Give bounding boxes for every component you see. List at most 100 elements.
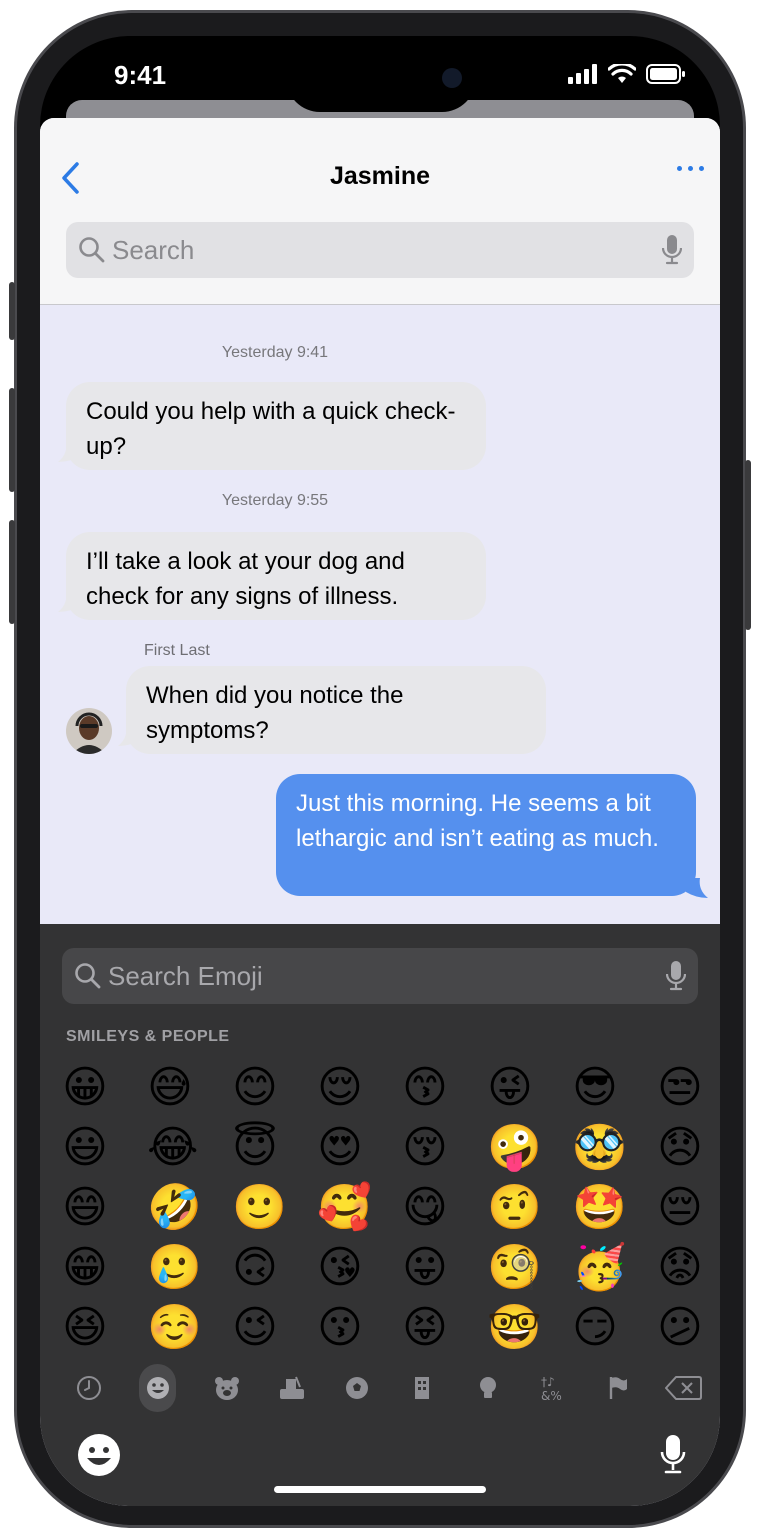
objects-category-tab[interactable]: [455, 1364, 520, 1412]
volume-down-button: [9, 520, 15, 624]
search-input[interactable]: Search: [112, 222, 194, 278]
emoji-key[interactable]: 😉: [228, 1298, 313, 1358]
emoji-key[interactable]: 🧐: [483, 1238, 568, 1298]
message-timestamp: Yesterday 9:55: [221, 492, 329, 509]
emoji-key[interactable]: 😛: [398, 1238, 483, 1298]
emoji-key[interactable]: 😘: [313, 1238, 398, 1298]
volume-up-button: [9, 388, 15, 492]
emoji-key[interactable]: 😙: [398, 1058, 483, 1118]
outgoing-message-bubble[interactable]: Just this morning. He seems a bit lethar…: [276, 774, 696, 896]
emoji-key[interactable]: 😏: [568, 1298, 653, 1358]
animals-category-tab[interactable]: [194, 1364, 259, 1412]
emoji-key[interactable]: 😂: [143, 1118, 228, 1178]
emoji-key[interactable]: ☺️: [143, 1298, 228, 1358]
more-button[interactable]: [677, 166, 704, 171]
emoji-search-input[interactable]: Search Emoji: [108, 948, 263, 1004]
incoming-message-bubble[interactable]: When did you notice the symptoms?: [126, 666, 546, 754]
svg-text:&%: &%: [541, 1389, 562, 1402]
travel-category-tab[interactable]: [390, 1364, 455, 1412]
emoji-key[interactable]: 🥳: [568, 1238, 653, 1298]
emoji-keyboard-button[interactable]: [76, 1432, 122, 1488]
emoji-key[interactable]: 😔: [653, 1178, 720, 1238]
food-icon: [279, 1376, 304, 1399]
emoji-key[interactable]: 😞: [653, 1118, 720, 1178]
emoji-key[interactable]: 😃: [58, 1118, 143, 1178]
wifi-icon: [608, 64, 636, 83]
emoji-key[interactable]: 😄: [58, 1178, 143, 1238]
emoji-key[interactable]: 😗: [313, 1298, 398, 1358]
emoji-key[interactable]: 😆: [58, 1298, 143, 1358]
emoji-key[interactable]: 🤣: [143, 1178, 228, 1238]
emoji-key[interactable]: 😎: [568, 1058, 653, 1118]
avatar[interactable]: [66, 708, 112, 754]
emoji-key[interactable]: 😋: [398, 1178, 483, 1238]
status-icons: [568, 64, 686, 84]
emoji-key[interactable]: 🙃: [228, 1238, 313, 1298]
clock-icon: [76, 1376, 101, 1400]
building-icon: [415, 1377, 430, 1399]
home-indicator[interactable]: [274, 1486, 486, 1493]
screen: 9:41 Jasmine Search Yesterday 9:41 Could…: [40, 36, 720, 1506]
incoming-message-bubble[interactable]: Could you help with a quick check-up?: [66, 382, 486, 470]
emoji-key[interactable]: 😜: [483, 1058, 568, 1118]
flags-category-tab[interactable]: [585, 1364, 650, 1412]
emoji-key[interactable]: 🤩: [568, 1178, 653, 1238]
search-icon: [75, 963, 101, 989]
emoji-key[interactable]: 😅: [143, 1058, 228, 1118]
emoji-key[interactable]: 😒: [653, 1058, 720, 1118]
emoji-key[interactable]: 😍: [313, 1118, 398, 1178]
svg-text:†♪: †♪: [541, 1375, 555, 1389]
recent-category-tab[interactable]: [56, 1364, 121, 1412]
emoji-key[interactable]: 😀: [58, 1058, 143, 1118]
emoji-key[interactable]: 😚: [398, 1118, 483, 1178]
front-camera: [442, 68, 462, 88]
emoji-key[interactable]: 🤪: [483, 1118, 568, 1178]
dynamic-island: [286, 44, 476, 112]
power-button: [745, 460, 751, 630]
incoming-message-bubble[interactable]: I’ll take a look at your dog and check f…: [66, 532, 486, 620]
symbols-category-tab[interactable]: †♪ &%: [520, 1364, 585, 1412]
activity-category-tab[interactable]: [325, 1364, 390, 1412]
emoji-key[interactable]: 😇: [228, 1118, 313, 1178]
emoji-key[interactable]: 🤨: [483, 1178, 568, 1238]
smiley-icon: [146, 1377, 169, 1399]
dictation-button[interactable]: [660, 1434, 686, 1481]
status-time: 9:41: [114, 60, 167, 90]
conversation-header: Jasmine Search: [40, 118, 720, 305]
emoji-key[interactable]: 🥸: [568, 1118, 653, 1178]
emoji-search-bar[interactable]: Search Emoji: [62, 948, 698, 1004]
emoji-key[interactable]: 😕: [653, 1298, 720, 1358]
emoji-key[interactable]: 😁: [58, 1238, 143, 1298]
emoji-section-label: SMILEYS & PEOPLE: [66, 1028, 230, 1045]
search-bar[interactable]: Search: [66, 222, 694, 278]
emoji-category-bar: †♪ &%: [56, 1364, 716, 1412]
emoji-key[interactable]: 🤓: [483, 1298, 568, 1358]
contact-name: Jasmine: [329, 162, 431, 190]
emoji-key[interactable]: 🥰: [313, 1178, 398, 1238]
ball-icon: [346, 1377, 369, 1399]
search-icon: [79, 237, 105, 263]
smiley-icon: [78, 1434, 120, 1476]
microphone-icon[interactable]: [662, 234, 682, 266]
emoji-grid: 😀 😅 😊 😌 😙 😜 😎 😒 😃 😂 😇 😍 😚 🤪 🥸 😞 😄 🤣 🙂 🥰 😋 🤨 🤩 😔 😁 🥲 🙃 😘 😛 🧐 🥳 😟 😆 ☺️ 😉 😗 😝 🤓 😏…: [58, 1058, 720, 1358]
emoji-key[interactable]: 😝: [398, 1298, 483, 1358]
delete-button[interactable]: [651, 1364, 716, 1412]
action-button: [9, 282, 15, 340]
emoji-key[interactable]: 😊: [228, 1058, 313, 1118]
food-category-tab[interactable]: [259, 1364, 324, 1412]
emoji-key[interactable]: 🙂: [228, 1178, 313, 1238]
smileys-category-tab[interactable]: [139, 1364, 177, 1412]
lightbulb-icon: [479, 1377, 496, 1398]
more-dot: [699, 166, 704, 171]
emoji-key[interactable]: 😌: [313, 1058, 398, 1118]
messages-app: Jasmine Search Yesterday 9:41 Could you …: [40, 118, 720, 1506]
symbols-icon: †♪&%: [541, 1375, 562, 1402]
avatar-photo: [66, 708, 112, 754]
microphone-icon[interactable]: [666, 960, 686, 992]
emoji-key[interactable]: 🥲: [143, 1238, 228, 1298]
message-timestamp: Yesterday 9:41: [221, 344, 329, 361]
emoji-key[interactable]: 😟: [653, 1238, 720, 1298]
signal-icon: [568, 64, 597, 84]
more-dot: [688, 166, 693, 171]
message-list: Yesterday 9:41 Could you help with a qui…: [40, 304, 720, 924]
